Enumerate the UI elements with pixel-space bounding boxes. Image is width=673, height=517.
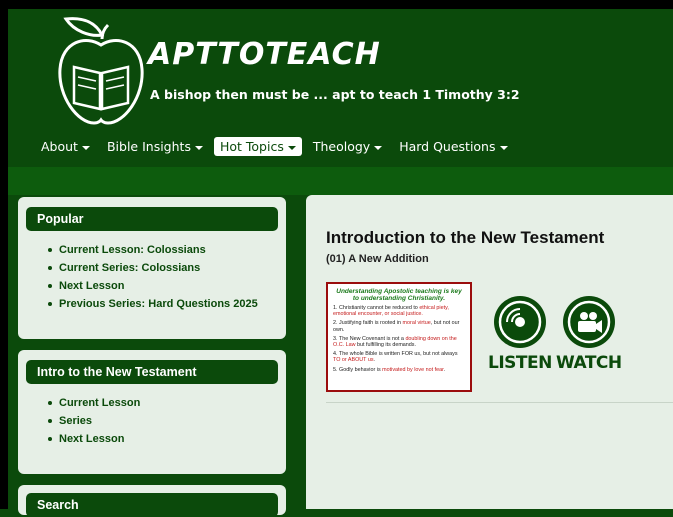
main-nav: About Bible Insights Hot Topics Theology… [35,137,519,156]
listen-disc-icon [493,296,546,348]
content-divider [326,402,673,403]
caret-down-icon [81,145,90,150]
bullet-icon [48,284,52,288]
nav-item-label: Bible Insights [106,139,191,154]
bullet-icon [48,401,52,405]
popular-link[interactable]: Current Series: Colossians [59,259,200,277]
lesson-point: 4. The whole Bible is written FOR us, bu… [333,351,458,364]
bullet-icon [48,437,52,441]
intro-nt-links: Current Lesson Series Next Lesson [18,394,286,448]
lesson-point: 3. The New Covenant is not a doubling do… [333,335,457,349]
caret-down-icon [499,145,508,150]
popular-link[interactable]: Next Lesson [59,277,124,295]
intro-link[interactable]: Current Lesson [59,394,140,412]
nav-item-label: About [41,139,78,154]
watch-label: WATCH [556,353,622,373]
caret-down-icon [287,145,296,150]
list-item[interactable]: Next Lesson [48,277,286,295]
popular-link[interactable]: Current Lesson: Colossians [59,241,206,259]
list-item[interactable]: Current Lesson [48,394,286,412]
list-item[interactable]: Current Series: Colossians [48,259,286,277]
nav-item-hot-topics[interactable]: Hot Topics [213,137,302,156]
nav-item-bible-insights[interactable]: Bible Insights [101,137,209,156]
intro-nt-widget: Intro to the New Testament Current Lesso… [18,350,286,474]
caret-down-icon [374,145,383,150]
bullet-icon [48,248,52,252]
window-frame-left [0,0,8,509]
nav-item-about[interactable]: About [35,137,96,156]
bullet-icon [48,266,52,270]
listen-button[interactable]: LISTEN [488,294,552,373]
list-item[interactable]: Current Lesson: Colossians [48,241,286,259]
lesson-summary-image[interactable]: Understanding Apostolic teaching is key … [326,282,472,392]
lesson-image-heading: Understanding Apostolic teaching is key … [336,288,462,302]
nav-item-label: Hard Questions [399,139,496,154]
popular-widget-title: Popular [26,207,278,231]
listen-label: LISTEN [488,353,552,373]
page-title: Introduction to the New Testament [326,228,605,247]
main-content: Introduction to the New Testament (01) A… [306,195,673,509]
popular-widget: Popular Current Lesson: Colossians Curre… [18,197,286,339]
site-tagline: A bishop then must be ... apt to teach 1… [150,87,520,102]
lesson-point: 1. Christianity cannot be reduced to eth… [333,305,449,318]
page-subtitle: (01) A New Addition [326,253,429,265]
nav-item-theology[interactable]: Theology [307,137,388,156]
intro-link[interactable]: Next Lesson [59,430,124,448]
nav-item-label: Theology [312,139,371,154]
list-item[interactable]: Next Lesson [48,430,286,448]
bullet-icon [48,302,52,306]
window-frame-top [0,0,673,9]
lesson-point: 5. Godly behavior is motivated by love n… [333,366,446,373]
apple-bible-logo-icon[interactable] [56,15,146,127]
popular-link[interactable]: Previous Series: Hard Questions 2025 [59,295,258,313]
bullet-icon [48,419,52,423]
search-widget-title: Search [26,493,278,517]
nav-item-label: Hot Topics [219,139,284,154]
intro-link[interactable]: Series [59,412,92,430]
search-widget: Search [18,485,286,517]
intro-nt-widget-title: Intro to the New Testament [26,360,278,384]
video-camera-icon [562,296,615,348]
list-item[interactable]: Series [48,412,286,430]
lesson-point: 2. Justifying faith is rooted in moral v… [333,320,460,333]
site-header: APTTOTEACH A bishop then must be ... apt… [8,9,673,167]
nav-item-hard-questions[interactable]: Hard Questions [393,137,513,156]
list-item[interactable]: Previous Series: Hard Questions 2025 [48,295,286,313]
popular-links: Current Lesson: Colossians Current Serie… [18,241,286,313]
site-title[interactable]: APTTOTEACH [148,37,381,72]
watch-button[interactable]: WATCH [556,294,622,373]
header-divider-band [8,167,673,195]
caret-down-icon [194,145,203,150]
